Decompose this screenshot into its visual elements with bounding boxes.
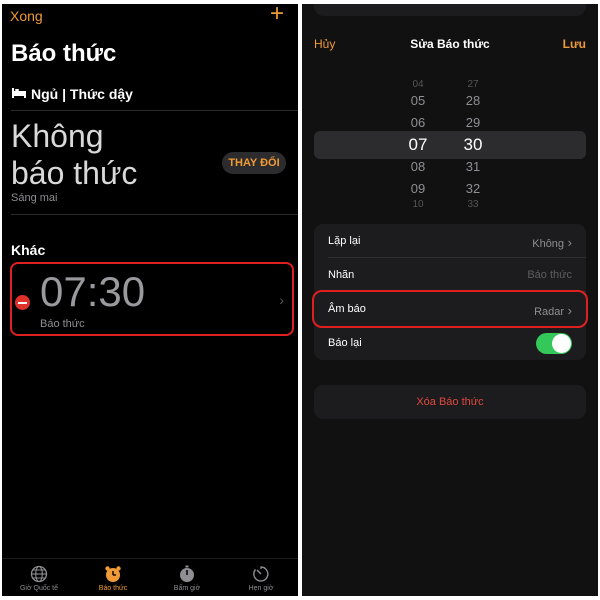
sound-row[interactable]: Âm báo Radar — [312, 290, 588, 328]
tab-label: Bấm giờ — [173, 585, 201, 592]
label-input[interactable]: Báo thức — [527, 269, 572, 281]
tab-bar: Giờ Quốc tế Báo thức Bấm giờ Hẹn giờ — [2, 558, 298, 596]
no-alarm-text-2: báo thức — [11, 155, 138, 191]
tab-world-clock[interactable]: Giờ Quốc tế — [4, 565, 74, 592]
picker-value: 29 — [465, 115, 481, 130]
tab-stopwatch[interactable]: Bấm giờ — [152, 565, 222, 592]
divider — [11, 110, 298, 111]
alarm-row[interactable]: 07:30 Báo thức › — [10, 262, 294, 336]
alarm-time: 07:30 — [40, 268, 146, 315]
alarm-settings-group: Lặp lại Không Nhãn Báo thức Âm báo Radar… — [312, 224, 588, 360]
timer-icon — [252, 565, 270, 583]
picker-value: 08 — [410, 159, 426, 174]
nav-bar: Hủy Sửa Báo thức Lưu — [314, 37, 586, 55]
save-button[interactable]: Lưu — [563, 37, 586, 51]
sleep-wake-heading: Ngủ | Thức dậy — [11, 86, 133, 102]
chevron-right-icon: › — [279, 292, 284, 308]
picker-value: 05 — [410, 93, 426, 108]
sheet-title: Sửa Báo thức — [410, 37, 490, 51]
sleep-heading-label: Ngủ | Thức dậy — [31, 86, 133, 102]
no-alarm-text: Không — [11, 118, 104, 154]
minute-picker[interactable]: 27 28 29 30 31 32 33 — [453, 80, 493, 210]
stopwatch-icon — [178, 565, 196, 583]
tab-label: Báo thức — [98, 585, 128, 592]
picker-value: 27 — [467, 79, 479, 90]
label-row[interactable]: Nhãn Báo thức — [314, 258, 586, 292]
label-label: Nhãn — [328, 269, 355, 281]
alarm-clock-icon — [104, 565, 122, 583]
repeat-label: Lặp lại — [328, 235, 361, 247]
snooze-toggle[interactable] — [536, 333, 572, 354]
tab-alarm[interactable]: Báo thức — [78, 565, 148, 592]
delete-alarm-icon[interactable] — [15, 295, 30, 310]
picker-value: 28 — [465, 93, 481, 108]
picker-value: 32 — [465, 181, 481, 196]
picker-value: 10 — [412, 199, 424, 210]
top-bar: Xong + — [10, 4, 290, 26]
snooze-label: Báo lại — [328, 337, 362, 349]
other-heading: Khác — [11, 242, 46, 258]
divider — [11, 214, 298, 215]
selected-hour: 07 — [408, 135, 428, 154]
hour-picker[interactable]: 04 05 06 07 08 09 10 — [398, 80, 438, 210]
picker-value: 06 — [410, 115, 426, 130]
done-button[interactable]: Xong — [10, 8, 43, 24]
globe-icon — [30, 565, 48, 583]
alarms-screen: Xong + Báo thức Ngủ | Thức dậy Không báo… — [2, 4, 298, 596]
bed-icon — [11, 86, 27, 102]
tab-label: Giờ Quốc tế — [19, 585, 59, 592]
repeat-value: Không — [532, 235, 572, 250]
picker-value: 33 — [467, 199, 479, 210]
repeat-row[interactable]: Lặp lại Không — [314, 224, 586, 258]
add-alarm-button[interactable]: + — [270, 4, 284, 26]
sound-label: Âm báo — [328, 303, 366, 315]
tab-timer[interactable]: Hẹn giờ — [226, 565, 296, 592]
change-button[interactable]: THAY ĐỔI — [222, 152, 286, 174]
delete-alarm-button[interactable]: Xóa Báo thức — [314, 385, 586, 419]
picker-value: 04 — [412, 79, 424, 90]
page-title: Báo thức — [11, 40, 117, 67]
edit-alarm-sheet: Hủy Sửa Báo thức Lưu 04 05 06 07 08 09 1… — [302, 4, 598, 596]
sound-value: Radar — [534, 303, 572, 318]
picker-value: 31 — [465, 159, 481, 174]
selected-minute: 30 — [463, 135, 483, 154]
alarm-label: Báo thức — [40, 318, 85, 330]
picker-selection-band — [314, 131, 586, 159]
sleep-subtitle: Sáng mai — [11, 192, 58, 204]
tab-label: Hẹn giờ — [248, 585, 274, 592]
picker-value: 09 — [410, 181, 426, 196]
sheet-handle — [314, 4, 586, 16]
snooze-row: Báo lại — [314, 326, 586, 360]
